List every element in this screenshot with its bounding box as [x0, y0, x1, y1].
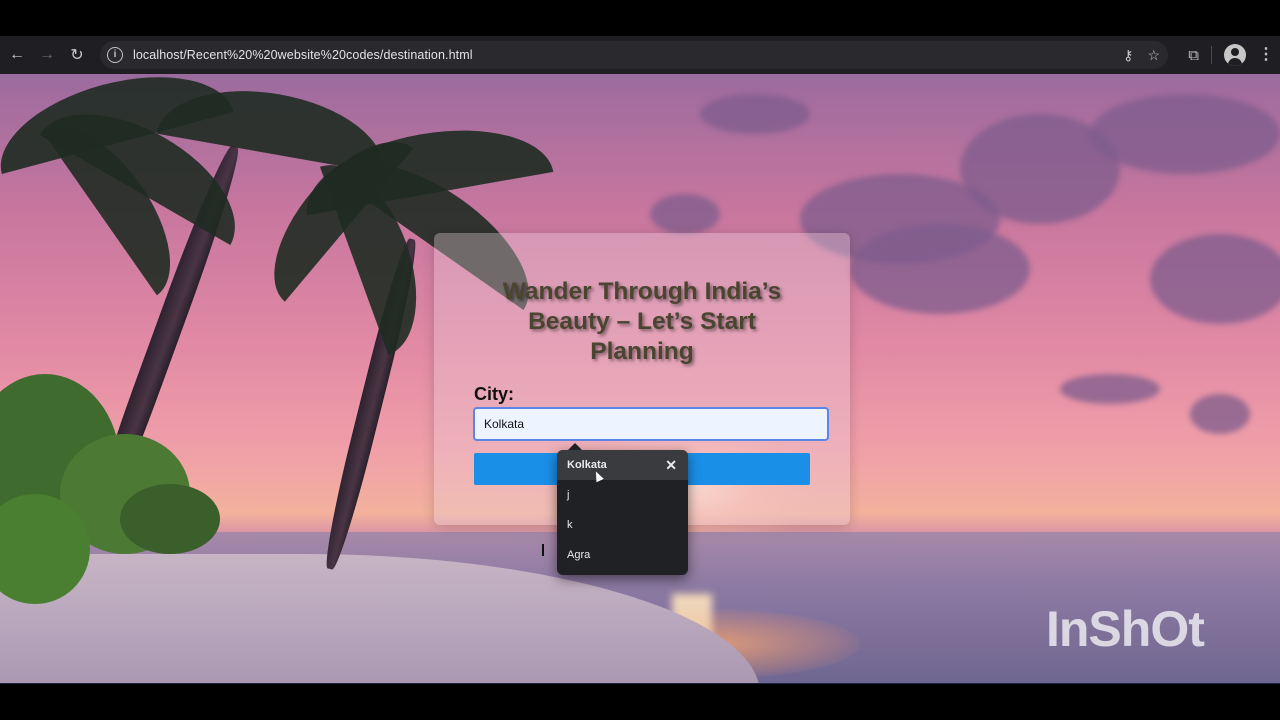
url-text[interactable]: localhost/Recent%20%20website%20codes/de…	[133, 48, 473, 62]
profile-avatar-icon[interactable]	[1224, 44, 1246, 66]
autocomplete-item-label: k	[567, 519, 573, 531]
text-cursor	[542, 544, 544, 556]
browser-toolbar: ← → ↻ i localhost/Recent%20%20website%20…	[0, 36, 1280, 74]
site-info-icon[interactable]: i	[107, 47, 123, 63]
autocomplete-item[interactable]: Kolkata ✕	[557, 450, 688, 480]
arrow-right-icon: →	[39, 46, 55, 63]
address-bar[interactable]: i localhost/Recent%20%20website%20codes/…	[100, 41, 1168, 69]
cloud	[700, 94, 810, 134]
dropdown-caret	[568, 443, 582, 450]
bush	[120, 484, 220, 554]
page-title: Wander Through India’s Beauty – Let’s St…	[502, 278, 782, 365]
menu-kebab-icon[interactable]: ⋮	[1258, 47, 1274, 63]
cloud	[850, 224, 1030, 314]
autocomplete-item-label: j	[567, 489, 570, 501]
toolbar-divider	[1211, 46, 1212, 64]
reload-icon: ↻	[70, 47, 84, 64]
reload-button[interactable]: ↻	[62, 40, 92, 70]
cloud	[1090, 94, 1280, 174]
extensions-icon[interactable]: ⧉	[1188, 47, 1199, 64]
city-input[interactable]	[473, 407, 829, 441]
top-letterbox	[0, 0, 1280, 36]
bookmark-star-icon[interactable]: ☆	[1147, 47, 1160, 64]
key-icon[interactable]: ⚷	[1123, 47, 1133, 64]
forward-button[interactable]: →	[32, 40, 62, 70]
arrow-left-icon: ←	[9, 46, 25, 63]
inshot-watermark: InShOt	[1046, 601, 1205, 657]
cloud	[1060, 374, 1160, 404]
cloud	[1190, 394, 1250, 434]
autocomplete-item[interactable]: Agra	[557, 540, 688, 570]
cloud	[650, 194, 720, 234]
cloud	[1150, 234, 1280, 324]
city-label: City:	[474, 384, 514, 404]
autocomplete-dropdown: Kolkata ✕ j k Agra	[557, 450, 688, 575]
autocomplete-item-label: Agra	[567, 549, 591, 561]
close-icon[interactable]: ✕	[665, 458, 677, 472]
autocomplete-item-label: Kolkata	[567, 459, 607, 471]
autocomplete-item[interactable]: j	[557, 480, 688, 510]
bottom-letterbox	[0, 684, 1280, 720]
back-button[interactable]: ←	[2, 40, 32, 70]
autocomplete-item[interactable]: k	[557, 510, 688, 540]
